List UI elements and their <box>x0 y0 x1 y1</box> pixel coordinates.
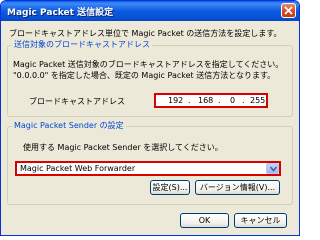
ip-octet-1[interactable]: 192 <box>168 96 183 105</box>
cancel-button[interactable]: キャンセル <box>234 213 287 228</box>
ip-octet-2[interactable]: 168 <box>198 96 213 105</box>
ip-dot: . <box>218 96 221 105</box>
broadcast-group-legend: 送信対象のブロードキャストアドレス <box>14 40 150 49</box>
ip-octet-4[interactable]: 255 <box>250 96 265 105</box>
sender-select-value: Magic Packet Web Forwarder <box>20 164 136 173</box>
close-button[interactable] <box>281 3 296 18</box>
broadcast-address-label: ブロードキャストアドレス <box>29 97 125 106</box>
broadcast-help-line2: "0.0.0.0" を指定した場合、既定の Magic Packet 送信方法と… <box>13 71 276 80</box>
dialog-window: Magic Packet 送信設定 ブロードキャストアドレス単位で Magic … <box>0 0 300 236</box>
sender-group-legend: Magic Packet Sender の設定 <box>14 121 124 130</box>
ok-button[interactable]: OK <box>180 213 229 228</box>
settings-button[interactable]: 設定(S)... <box>150 180 190 195</box>
sender-select[interactable]: Magic Packet Web Forwarder <box>15 161 281 176</box>
sender-instruction: 使用する Magic Packet Sender を選択してください。 <box>23 143 223 152</box>
title-bar[interactable]: Magic Packet 送信設定 <box>1 1 299 21</box>
dialog-description: ブロードキャストアドレス単位で Magic Packet の送信方法を設定します… <box>9 29 282 38</box>
ip-octet-3[interactable]: 0 <box>230 96 235 105</box>
broadcast-help-line1: Magic Packet 送信対象のブロードキャストアドレスを指定してください。 <box>13 60 284 69</box>
dropdown-button[interactable] <box>266 163 279 174</box>
broadcast-group-help: Magic Packet 送信対象のブロードキャストアドレスを指定してください。… <box>13 59 283 81</box>
ip-dot: . <box>242 96 245 105</box>
close-icon <box>284 6 293 15</box>
broadcast-address-input[interactable]: 192 . 168 . 0 . 255 <box>154 93 268 108</box>
version-info-button[interactable]: バージョン情報(V)... <box>195 180 280 195</box>
window-title: Magic Packet 送信設定 <box>7 8 114 18</box>
ip-dot: . <box>188 96 191 105</box>
chevron-down-icon <box>270 166 277 172</box>
